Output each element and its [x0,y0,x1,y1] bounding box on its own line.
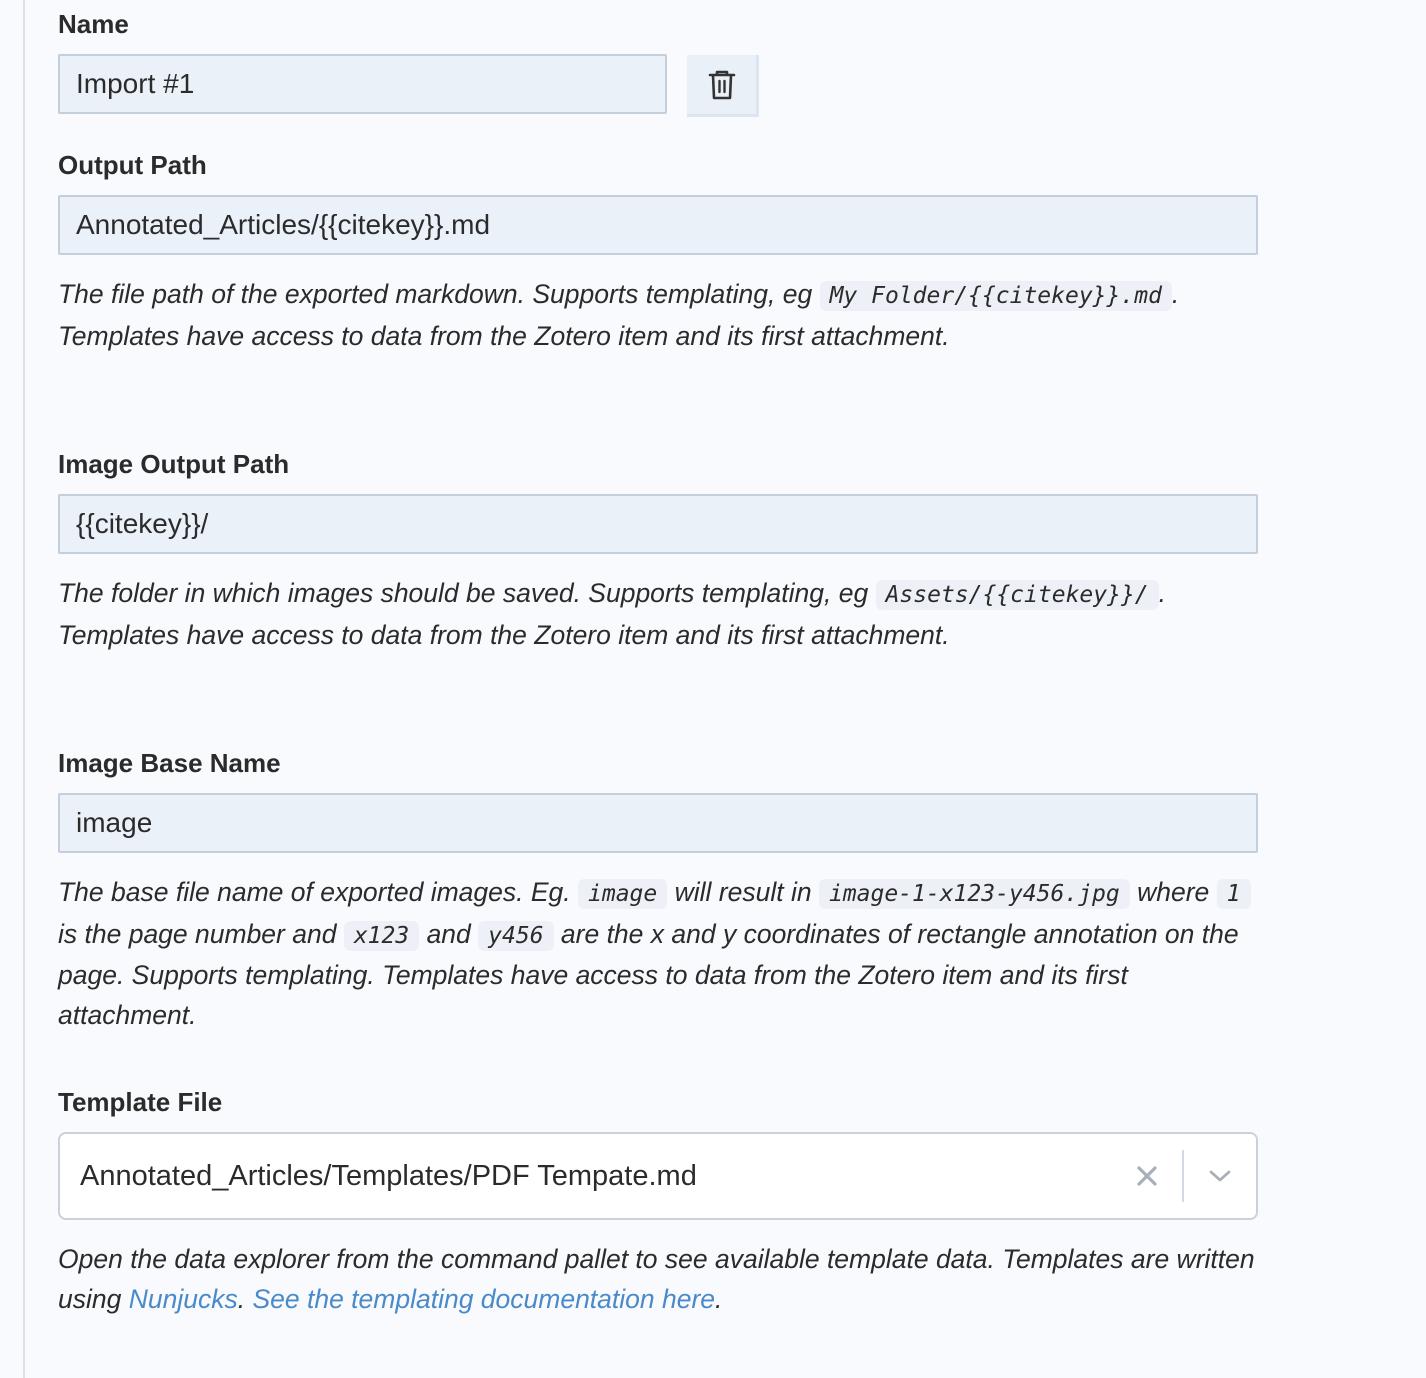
image-base-name-label: Image Base Name [58,748,281,778]
image-output-path-description: The folder in which images should be sav… [58,574,1258,655]
chevron-down-icon[interactable] [1184,1149,1256,1203]
output-path-description: The file path of the exported markdown. … [58,275,1258,356]
desc-text: and [419,918,479,949]
desc-text: where [1129,877,1217,907]
image-base-name-description: The base file name of exported images. E… [58,873,1258,1035]
desc-text: The folder in which images should be sav… [58,578,876,608]
close-icon[interactable] [1120,1149,1174,1203]
template-file-value: Annotated_Articles/Templates/PDF Tempate… [80,1159,697,1192]
template-file-description: Open the data explorer from the command … [58,1240,1258,1319]
template-file-select[interactable]: Annotated_Articles/Templates/PDF Tempate… [58,1132,1258,1220]
desc-text: . [715,1283,723,1314]
desc-text: . [237,1283,253,1314]
trash-icon [708,69,736,101]
name-label: Name [58,9,129,39]
example-code: image-1-x123-y456.jpg [818,879,1130,909]
name-input[interactable] [58,54,667,114]
output-path-input[interactable] [58,195,1258,255]
desc-text: is the page number and [58,918,344,949]
example-code: x123 [343,920,420,951]
left-border [23,0,25,1378]
example-code: y456 [478,920,554,951]
image-output-path-input[interactable] [58,494,1258,554]
image-base-name-input[interactable] [58,793,1258,853]
delete-import-button[interactable] [687,55,759,117]
template-file-label: Template File [58,1087,223,1117]
example-code: 1 [1216,879,1251,909]
templating-docs-link[interactable]: See the templating documentation here [252,1284,715,1314]
example-code: image [578,879,668,909]
desc-text: The base file name of exported images. E… [58,877,578,907]
image-output-path-label: Image Output Path [58,449,290,479]
desc-text: will result in [667,877,819,907]
output-path-label: Output Path [58,150,207,180]
example-code: Assets/{{citekey}}/ [875,580,1159,610]
nunjucks-link[interactable]: Nunjucks [129,1284,238,1314]
desc-text: The file path of the exported markdown. … [58,279,820,309]
example-code: My Folder/{{citekey}}.md [819,281,1172,311]
